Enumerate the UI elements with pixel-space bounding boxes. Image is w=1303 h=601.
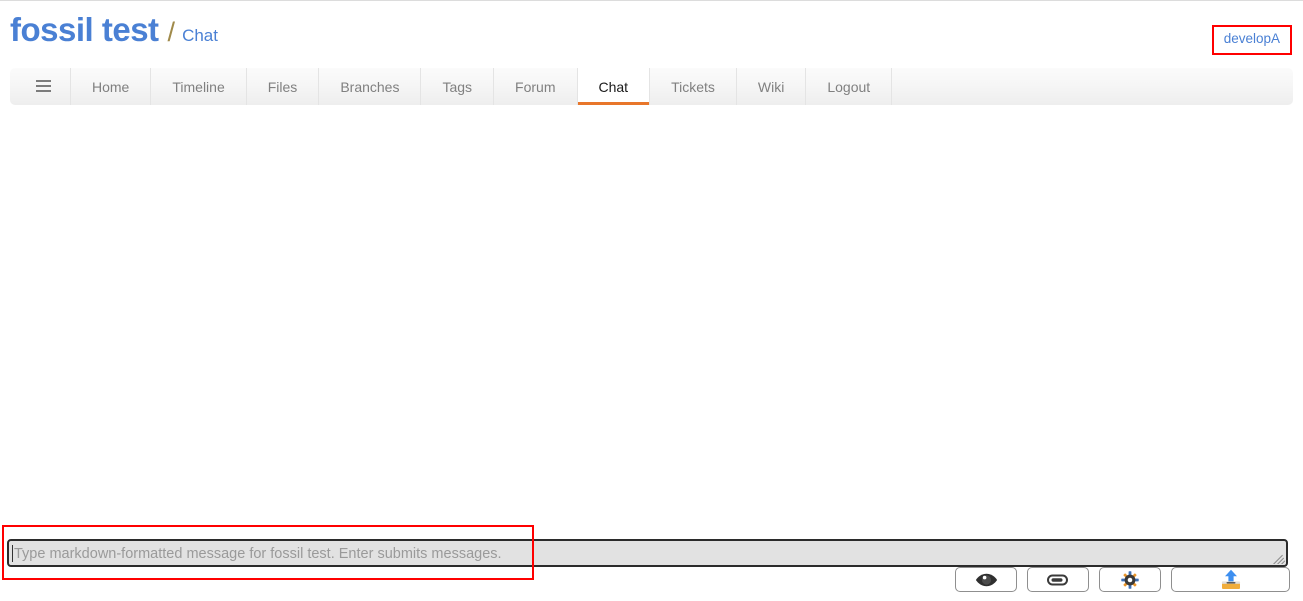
project-title[interactable]: fossil test xyxy=(10,10,159,50)
nav-label: Branches xyxy=(340,78,400,95)
main-navigation: Home Timeline Files Branches Tags Forum … xyxy=(10,68,1293,105)
nav-label: Forum xyxy=(515,78,556,95)
nav-item-wiki[interactable]: Wiki xyxy=(737,68,807,105)
chat-message-list[interactable] xyxy=(0,109,1303,521)
paperclip-icon xyxy=(1047,574,1068,585)
nav-label: Tickets xyxy=(671,78,715,95)
nav-label: Timeline xyxy=(172,78,225,95)
text-caret xyxy=(12,545,13,562)
nav-item-forum[interactable]: Forum xyxy=(494,68,578,105)
nav-item-home[interactable]: Home xyxy=(71,68,152,105)
file-upload-button[interactable] xyxy=(1171,567,1290,592)
gear-icon xyxy=(1121,570,1139,589)
sitemap-menu-button[interactable] xyxy=(10,68,71,105)
nav-item-chat[interactable]: Chat xyxy=(577,68,651,105)
nav-item-tags[interactable]: Tags xyxy=(421,68,495,105)
current-user-link[interactable]: developA xyxy=(1224,31,1280,46)
nav-item-files[interactable]: Files xyxy=(247,68,320,105)
preview-button[interactable] xyxy=(955,567,1017,592)
nav-label: Chat xyxy=(598,78,629,95)
breadcrumb: fossil test / Chat xyxy=(10,10,218,56)
page-title[interactable]: Chat xyxy=(182,16,218,56)
resize-handle[interactable] xyxy=(1272,551,1285,564)
attach-button[interactable] xyxy=(1027,567,1089,592)
nav-item-timeline[interactable]: Timeline xyxy=(151,68,247,105)
upload-icon xyxy=(1221,569,1240,589)
nav-label: Wiki xyxy=(757,78,785,95)
nav-label: Files xyxy=(267,78,298,95)
breadcrumb-separator: / xyxy=(167,17,176,47)
chat-message-input[interactable]: Type markdown-formatted message for foss… xyxy=(7,539,1288,567)
settings-button[interactable] xyxy=(1099,567,1161,592)
user-link-annotation: developA xyxy=(1211,25,1292,55)
nav-item-logout[interactable]: Logout xyxy=(806,68,893,105)
nav-item-branches[interactable]: Branches xyxy=(319,68,422,105)
hamburger-icon xyxy=(36,80,51,93)
nav-item-tickets[interactable]: Tickets xyxy=(650,68,737,105)
fossil-chat-page: fossil test / Chat developA Home Timelin… xyxy=(0,0,1303,601)
chat-input-placeholder: Type markdown-formatted message for foss… xyxy=(14,546,502,562)
nav-label: Logout xyxy=(827,78,871,95)
nav-label: Home xyxy=(92,78,130,95)
page-header: fossil test / Chat developA xyxy=(0,2,1303,62)
nav-label: Tags xyxy=(442,78,473,95)
chat-toolbar xyxy=(955,567,1290,592)
eye-icon xyxy=(975,573,997,586)
